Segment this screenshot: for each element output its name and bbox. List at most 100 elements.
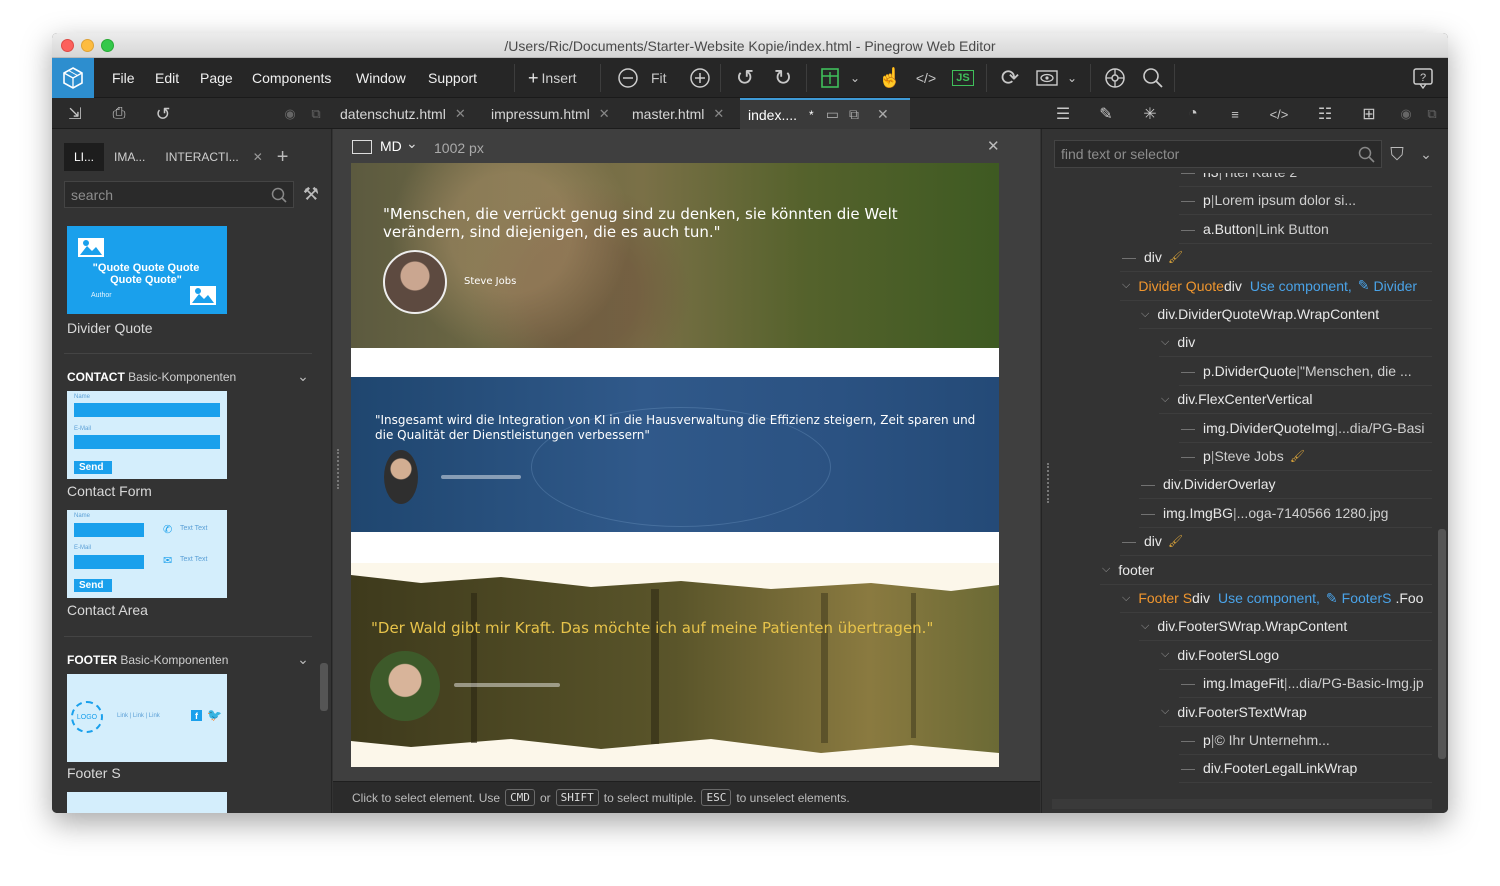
theme-palette-icon[interactable]: ◔	[1182, 101, 1204, 127]
search-input[interactable]	[65, 182, 293, 207]
divider-quote-section[interactable]: "Menschen, die verrückt genug sind zu de…	[351, 163, 999, 348]
expand-chevron-icon[interactable]: ⌵	[1161, 648, 1169, 661]
properties-sliders-icon[interactable]: ☰	[1052, 101, 1074, 127]
new-window-icon[interactable]: ⧉	[849, 106, 859, 123]
undo-icon[interactable]: ↺	[732, 65, 758, 91]
interaction-hand-icon[interactable]: ☝	[877, 65, 903, 91]
brush-icon[interactable]: 🖌	[1168, 250, 1183, 264]
settings-wheel-icon[interactable]	[1102, 65, 1128, 91]
library-icon[interactable]: ⊞	[1358, 101, 1380, 127]
add-tab-icon[interactable]: +	[267, 143, 299, 171]
chevron-down-icon[interactable]: ⌄	[294, 363, 312, 389]
chevron-down-icon[interactable]: ⌄	[847, 65, 863, 91]
refresh-icon[interactable]: ⟳	[997, 65, 1023, 91]
resize-handle-right[interactable]	[1047, 463, 1050, 503]
tree-node[interactable]: —h3 | Titel Karte 2	[1042, 173, 1438, 186]
help-chat-icon[interactable]: ?	[1410, 65, 1436, 91]
tab-library[interactable]: LI...	[64, 143, 105, 171]
save-icon[interactable]: ⎙	[108, 101, 130, 127]
edit-pencil-icon[interactable]: ✎	[1326, 590, 1338, 607]
close-icon[interactable]: ✕	[877, 106, 889, 123]
tab-impressum[interactable]: impressum.html ✕	[491, 98, 610, 129]
close-icon[interactable]: ✕	[713, 106, 724, 122]
divider-quote-section-3[interactable]: "Der Wald gibt mir Kraft. Das möchte ich…	[351, 563, 999, 767]
filter-icon[interactable]: ⛉	[1386, 141, 1408, 167]
component-ref-link[interactable]: FooterS	[1342, 590, 1392, 606]
tree-node[interactable]: — p | © Ihr Unternehm...	[1042, 726, 1438, 754]
expand-chevron-icon[interactable]: ⌵	[1102, 563, 1110, 576]
menu-support[interactable]: Support	[428, 70, 477, 86]
menu-file[interactable]: File	[112, 70, 135, 86]
close-icon[interactable]: ✕	[455, 106, 466, 122]
menu-components[interactable]: Components	[252, 70, 331, 86]
section-header-contact[interactable]: CONTACT Basic-Komponenten	[67, 370, 236, 384]
component-ref-link[interactable]: Divider	[1374, 278, 1418, 294]
pinegrow-logo-icon[interactable]	[52, 58, 94, 98]
tree-scrollbar[interactable]	[1438, 529, 1446, 759]
tree-node[interactable]: ⌵ div.FooterSTextWrap	[1042, 698, 1438, 726]
find-input[interactable]	[1055, 141, 1381, 167]
tree-node[interactable]: — p | Lorem ipsum dolor si...	[1042, 186, 1438, 214]
tree-node[interactable]: ⌵ div	[1042, 328, 1438, 356]
chevron-down-icon[interactable]: ⌄	[406, 135, 418, 152]
search-icon[interactable]	[1140, 65, 1166, 91]
zoom-out-icon[interactable]	[615, 65, 641, 91]
page-structure-icon[interactable]	[817, 65, 843, 91]
use-component-link[interactable]: Use component,	[1250, 278, 1352, 294]
brush-icon[interactable]: 🖌	[1168, 534, 1183, 548]
text-align-icon[interactable]: ≡	[1224, 101, 1246, 127]
tab-master[interactable]: master.html ✕	[632, 98, 724, 129]
tree-node[interactable]: ⌵ div.FooterSLogo	[1042, 641, 1438, 669]
tree-node[interactable]: — p | Steve Jobs 🖌	[1042, 442, 1438, 470]
eye-icon[interactable]: ◉	[280, 101, 300, 127]
eye-icon[interactable]: ◉	[1396, 101, 1416, 127]
page-view-icon[interactable]: ▭	[826, 106, 839, 123]
breakpoint-selector[interactable]: MD	[380, 138, 402, 154]
duplicate-view-icon[interactable]: ⧉	[1422, 101, 1442, 127]
close-icon[interactable]: ✕	[249, 143, 267, 171]
section-header-footer[interactable]: FOOTER Basic-Komponenten	[67, 653, 228, 667]
open-project-icon[interactable]: ⇲	[64, 101, 86, 127]
reload-icon[interactable]: ↺	[152, 101, 174, 127]
tree-node[interactable]: — div.DividerOverlay	[1042, 470, 1438, 498]
tab-datenschutz[interactable]: datenschutz.html ✕	[340, 98, 466, 129]
edit-pencil-icon[interactable]: ✎	[1358, 277, 1370, 294]
code-icon[interactable]: </>	[1268, 101, 1290, 127]
tab-index[interactable]: index.... * ▭ ⧉ ✕	[740, 98, 910, 129]
expand-chevron-icon[interactable]: ⌵	[1161, 393, 1169, 406]
tree-node[interactable]: ⌵ div.DividerQuoteWrap.WrapContent	[1042, 300, 1438, 328]
zoom-in-icon[interactable]	[687, 65, 713, 91]
tree-node[interactable]: — p.DividerQuote | "Menschen, die ...	[1042, 357, 1438, 385]
expand-chevron-icon[interactable]: ⌵	[1141, 308, 1149, 321]
preview-eye-icon[interactable]	[1034, 65, 1060, 91]
code-view-icon[interactable]: </>	[913, 65, 939, 91]
tree-node[interactable]: — div.FooterLegalLinkWrap	[1042, 754, 1438, 782]
zoom-fit-button[interactable]: Fit	[651, 65, 667, 91]
menu-page[interactable]: Page	[200, 70, 233, 86]
tab-interactions[interactable]: INTERACTI...	[155, 143, 248, 171]
style-brush-icon[interactable]: ✎	[1095, 101, 1117, 127]
close-icon[interactable]: ✕	[599, 106, 610, 122]
device-icon[interactable]	[352, 140, 372, 154]
divider-quote-thumbnail[interactable]: "Quote Quote Quote Quote Quote" Author	[67, 226, 227, 314]
next-component-thumbnail[interactable]	[67, 792, 227, 813]
redo-icon[interactable]: ↻	[770, 65, 796, 91]
expand-chevron-icon[interactable]: ⌵	[1141, 620, 1149, 633]
expand-chevron-icon[interactable]: ⌵	[1161, 336, 1169, 349]
expand-chevron-icon[interactable]: ⌵	[1161, 705, 1169, 718]
contact-form-thumbnail[interactable]: Name E-Mail Send	[67, 391, 227, 479]
tab-images[interactable]: IMA...	[104, 143, 155, 171]
horizontal-scrollbar[interactable]	[1052, 799, 1432, 809]
tree-node[interactable]: — img.DividerQuoteImg | ...dia/PG-Basi	[1042, 414, 1438, 442]
tools-icon[interactable]: ⚒	[300, 181, 322, 207]
expand-chevron-icon[interactable]: ⌵	[1122, 279, 1130, 292]
library-scrollbar[interactable]	[320, 663, 328, 711]
tree-node[interactable]: — div 🖌	[1042, 243, 1438, 271]
tree-node[interactable]: ⌵ footer	[1042, 556, 1438, 584]
use-component-link[interactable]: Use component,	[1218, 590, 1320, 606]
footer-s-thumbnail[interactable]: LOGO Link | Link | Link f 🐦	[67, 674, 227, 762]
javascript-icon[interactable]: JS	[950, 65, 976, 91]
tree-node[interactable]: ⌵ Footer S div Use component, ✎ FooterS .Foo	[1042, 584, 1438, 612]
tree-node[interactable]: ⌵ div.FlexCenterVertical	[1042, 385, 1438, 413]
expand-chevron-icon[interactable]: ⌵	[1122, 592, 1130, 605]
